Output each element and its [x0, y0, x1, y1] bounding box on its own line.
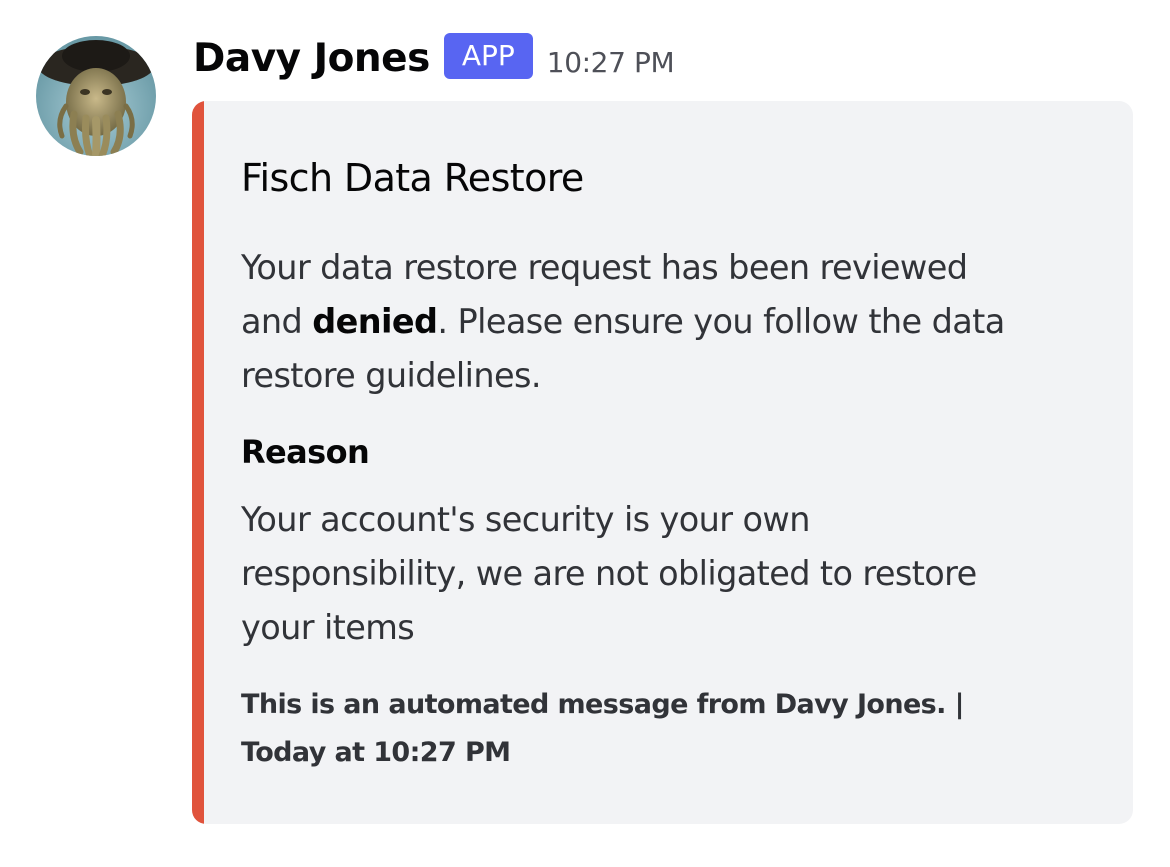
embed-footer-text: This is an automated message from Davy J…	[241, 689, 964, 720]
chat-message: Davy Jones APP 10:27 PM Fisch Data Resto…	[0, 0, 1170, 867]
embed-description: Your data restore request has been revie…	[241, 241, 1121, 403]
embed-description-line: restore guidelines.	[241, 356, 541, 395]
embed-description-text: and	[241, 302, 313, 341]
field-name-reason: Reason	[241, 433, 370, 471]
field-value-line: your items	[241, 608, 415, 647]
embed-accent-bar	[192, 101, 204, 824]
embed-footer-timestamp: Today at 10:27 PM	[241, 737, 511, 768]
app-badge: APP	[443, 33, 533, 79]
embed-card: Fisch Data Restore Your data restore req…	[192, 101, 1133, 824]
embed-footer: This is an automated message from Davy J…	[241, 681, 1121, 777]
davy-jones-avatar-icon	[36, 36, 156, 156]
field-value-reason: Your account's security is your own resp…	[241, 493, 1121, 655]
field-value-line: Your account's security is your own	[241, 500, 810, 539]
embed-title: Fisch Data Restore	[241, 156, 584, 200]
message-timestamp[interactable]: 10:27 PM	[547, 46, 675, 79]
embed-description-line: Your data restore request has been revie…	[241, 248, 968, 287]
field-value-line: responsibility, we are not obligated to …	[241, 554, 977, 593]
author-name[interactable]: Davy Jones	[193, 36, 430, 81]
message-header: Davy Jones APP 10:27 PM	[193, 28, 675, 88]
denied-emphasis: denied	[312, 302, 438, 341]
embed-description-text: . Please ensure you follow the data	[437, 302, 1005, 341]
user-avatar[interactable]	[36, 36, 156, 156]
embed-description-line: and denied. Please ensure you follow the…	[241, 295, 1121, 349]
